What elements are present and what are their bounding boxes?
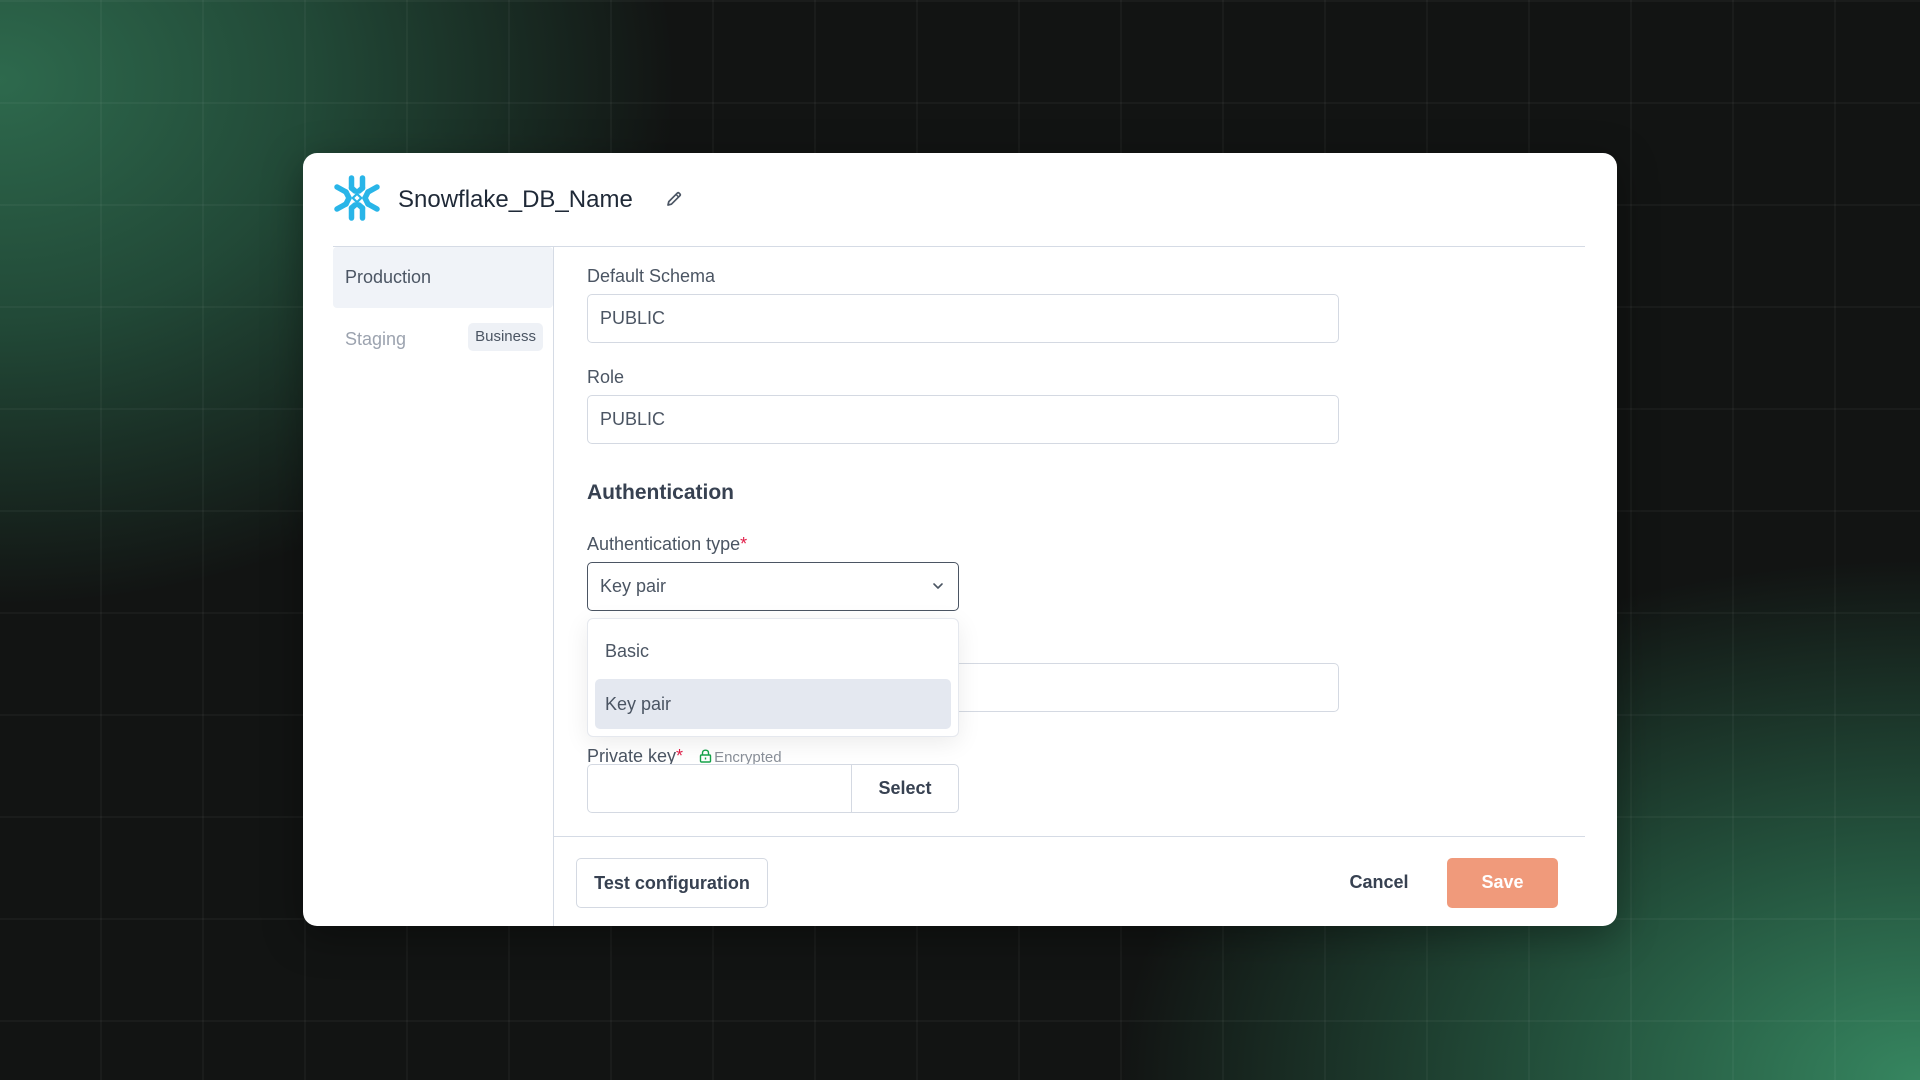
auth-type-label-text: Authentication type xyxy=(587,534,741,554)
pencil-icon[interactable] xyxy=(664,189,684,209)
required-asterisk: * xyxy=(676,746,684,766)
required-asterisk: * xyxy=(740,534,748,554)
role-label: Role xyxy=(587,367,625,387)
role-input[interactable]: PUBLIC xyxy=(587,395,1339,444)
private-key-input[interactable] xyxy=(588,765,851,812)
private-key-field: Select xyxy=(587,764,959,813)
chevron-down-icon xyxy=(933,583,943,589)
cancel-button[interactable]: Cancel xyxy=(1339,858,1419,908)
test-configuration-button[interactable]: Test configuration xyxy=(576,858,768,908)
auth-type-select[interactable]: Key pair xyxy=(587,562,959,611)
auth-type-selected-value: Key pair xyxy=(600,576,667,596)
save-button[interactable]: Save xyxy=(1447,858,1558,908)
sidebar-item-label: Production xyxy=(345,267,432,287)
private-key-label-text: Private key xyxy=(587,746,677,766)
auth-type-dropdown: Basic Key pair xyxy=(587,618,959,737)
authentication-heading: Authentication xyxy=(587,481,734,504)
lock-icon xyxy=(699,749,712,763)
option-basic[interactable]: Basic xyxy=(595,626,951,676)
sidebar-item-label: Staging xyxy=(345,329,407,349)
sidebar-item-production[interactable]: Production xyxy=(333,247,553,308)
auth-type-label: Authentication type* xyxy=(587,533,747,555)
footer-divider xyxy=(553,836,1585,837)
connection-dialog: Snowflake_DB_Name Production Staging Bus… xyxy=(303,153,1617,926)
snowflake-logo-icon xyxy=(334,175,380,221)
sidebar-item-staging[interactable]: Staging Business xyxy=(333,309,553,370)
select-file-button[interactable]: Select xyxy=(852,765,958,812)
plan-badge: Business xyxy=(468,323,543,351)
option-key-pair[interactable]: Key pair xyxy=(595,679,951,729)
sidebar-divider xyxy=(553,246,554,926)
default-schema-input[interactable]: PUBLIC xyxy=(587,294,1339,343)
default-schema-label: Default Schema xyxy=(587,266,716,286)
connection-name-title: Snowflake_DB_Name xyxy=(398,186,633,213)
